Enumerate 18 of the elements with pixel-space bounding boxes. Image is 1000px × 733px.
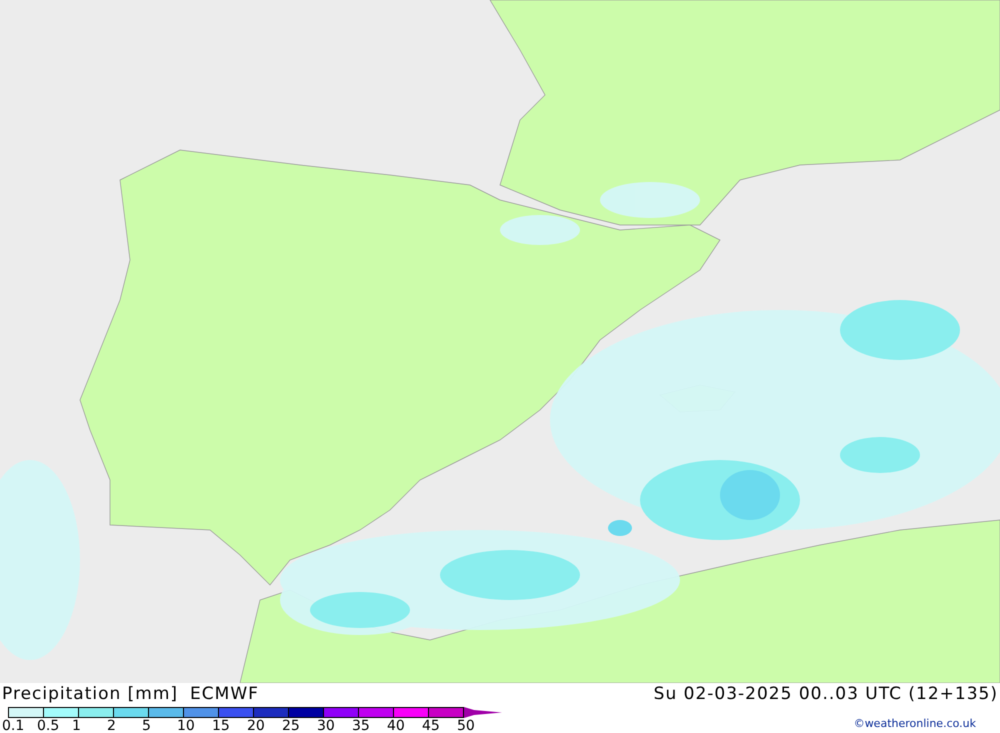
legend-label: 5 — [142, 718, 152, 733]
legend-label: 0.5 — [37, 718, 60, 733]
legend-label: 20 — [247, 718, 266, 733]
map-title: Precipitation [mm] — [2, 683, 178, 705]
legend-label: 50 — [457, 718, 476, 733]
valid-time: Su 02-03-2025 00..03 UTC (12+135) — [654, 683, 998, 705]
legend-label: 45 — [422, 718, 441, 733]
legend-label: 25 — [282, 718, 301, 733]
legend-label: 30 — [317, 718, 336, 733]
legend-label: 40 — [387, 718, 406, 733]
legend-label: 10 — [177, 718, 196, 733]
legend-label: 1 — [72, 718, 82, 733]
legend-label: 35 — [352, 718, 371, 733]
credit-link[interactable]: ©weatheronline.co.uk — [854, 717, 976, 730]
legend-label: 2 — [107, 718, 117, 733]
model-name: ECMWF — [190, 683, 259, 705]
legend-label: 15 — [212, 718, 231, 733]
legend-label: 0.1 — [2, 718, 26, 733]
